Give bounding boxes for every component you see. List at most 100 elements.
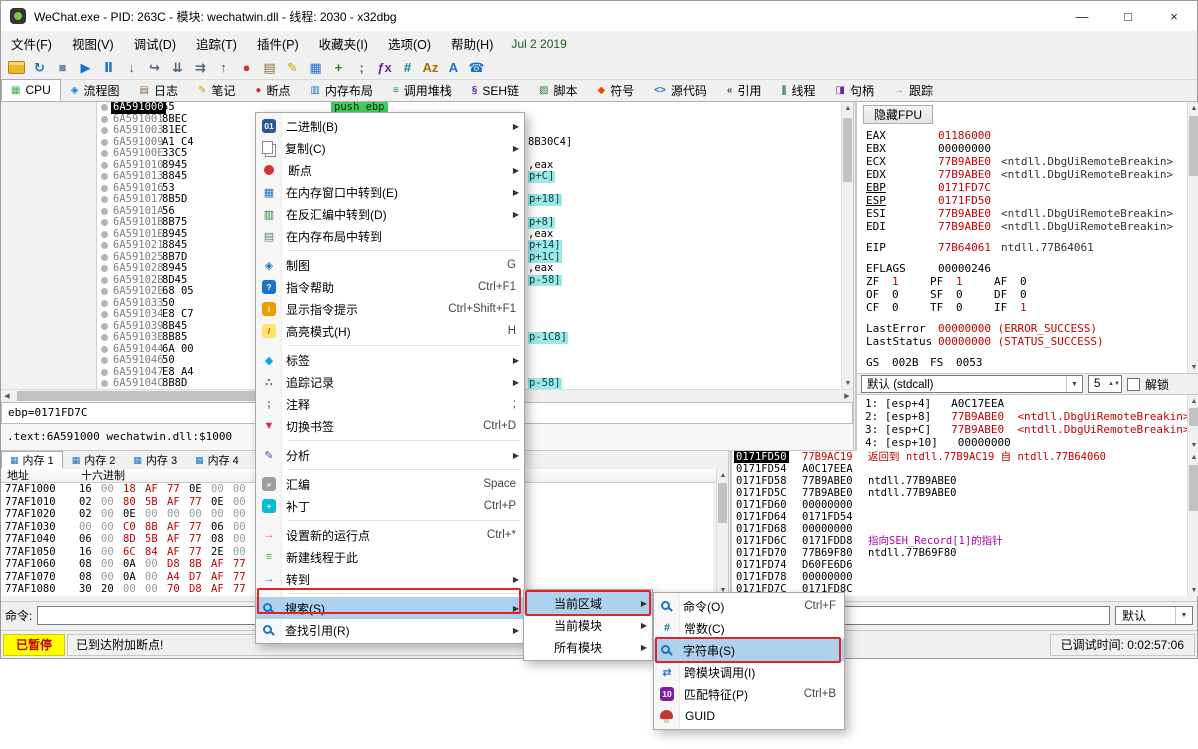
stack-row[interactable]: 0171FD7800000000 [732, 571, 1187, 583]
breakpoint-dot-icon[interactable] [101, 116, 108, 123]
stack-row[interactable]: 0171FD640171FD54 [732, 511, 1187, 523]
scrollbar-arrow-icon[interactable]: ▲ [1188, 395, 1198, 407]
stack-row[interactable]: 0171FD5077B9AC19返回到 ntdll.77B9AC19 自 ntd… [732, 451, 1187, 463]
fx-icon[interactable]: ƒx [373, 57, 396, 78]
register-row[interactable]: CF0TF0IF1 [857, 301, 1185, 314]
menubar-item[interactable]: 文件(F) [1, 30, 62, 57]
az-icon[interactable]: Az [419, 57, 442, 78]
breakpoint-dot-icon[interactable] [101, 208, 108, 215]
breakpoint-dot-icon[interactable] [101, 369, 108, 376]
menu-show-mnemonic-brief[interactable]: i显示指令提示Ctrl+Shift+F1 [256, 298, 524, 320]
comment-icon[interactable]: ; [350, 57, 373, 78]
phone-icon[interactable]: ☎ [465, 57, 488, 78]
breakpoint-dot-icon[interactable] [101, 288, 108, 295]
argument-row[interactable]: 3: [esp+C] 77B9ABE0 <ntdll.DbgUiRemoteBr… [857, 423, 1198, 436]
register-row[interactable]: OF0SF0DF0 [857, 288, 1185, 301]
breakpoint-dot-icon[interactable] [101, 323, 108, 330]
menu-analysis[interactable]: ✎分析▶ [256, 444, 524, 466]
scrollbar-arrow-icon[interactable]: ▲ [842, 102, 854, 114]
tab-log[interactable]: ▤日志 [130, 79, 188, 101]
argument-row[interactable]: 2: [esp+8] 77B9ABE0 <ntdll.DbgUiRemoteBr… [857, 410, 1198, 423]
breakpoint-icon[interactable]: ● [235, 57, 258, 78]
menubar-item[interactable]: 帮助(H) [441, 30, 503, 57]
stack-row[interactable]: 0171FD5877B9ABE0ntdll.77B9ABE0 [732, 475, 1187, 487]
submenu-current-region[interactable]: 当前区域▶ [524, 592, 652, 614]
scrollbar-thumb[interactable] [843, 118, 852, 182]
register-row[interactable]: EDX77B9ABE0<ntdll.DbgUiRemoteBreakin> [857, 168, 1185, 181]
argument-count-stepper[interactable]: 5 ▲▼ [1088, 375, 1122, 393]
step-into-icon[interactable]: ↓ [120, 57, 143, 78]
menu-highlight-mode[interactable]: /高亮模式(H)H [256, 320, 524, 342]
register-row[interactable]: ZF1PF1AF0 [857, 275, 1185, 288]
registers-scrollbar[interactable]: ▲▼ [1187, 102, 1198, 373]
calling-convention-select[interactable]: 默认 (stdcall) ▼ [861, 375, 1083, 393]
breakpoint-dot-icon[interactable] [101, 334, 108, 341]
dump-tab-memory-2[interactable]: ▦内存 2 [63, 451, 125, 469]
register-row[interactable]: ESP0171FD50 [857, 194, 1185, 207]
run-icon[interactable]: ▶ [74, 57, 97, 78]
scrollbar-thumb[interactable] [1189, 465, 1198, 511]
stack-row[interactable]: 0171FD7077B69F80ntdll.77B69F80 [732, 547, 1187, 559]
pause-icon[interactable]: Ⅱ [97, 57, 120, 78]
step-over-icon[interactable]: ↪ [143, 57, 166, 78]
dump-scrollbar[interactable]: ▲▼ [716, 469, 728, 596]
tab-source[interactable]: <>源代码 [644, 79, 717, 101]
scrollbar-thumb[interactable] [1189, 116, 1198, 176]
stack-panel[interactable]: 0171FD5077B9AC19返回到 ntdll.77B9AC19 自 ntd… [731, 451, 1187, 596]
breakpoint-dot-icon[interactable] [101, 104, 108, 111]
breakpoint-dot-icon[interactable] [101, 300, 108, 307]
hash-icon[interactable]: # [396, 57, 419, 78]
submenu-pattern[interactable]: 10匹配特征(P)Ctrl+B [654, 683, 844, 705]
menu-comment[interactable]: ;注释; [256, 393, 524, 415]
submenu-all-modules[interactable]: 所有模块▶ [524, 636, 652, 658]
string-search-icon[interactable]: A [442, 57, 465, 78]
scrollbar-arrow-icon[interactable]: ▲ [1188, 451, 1198, 463]
hide-fpu-button[interactable]: 隐藏FPU [863, 105, 933, 124]
tab-symbols[interactable]: ◆符号 [588, 79, 645, 101]
tab-handles[interactable]: ◨句柄 [826, 79, 884, 101]
tab-breakpoints[interactable]: ●断点 [245, 79, 300, 101]
register-row[interactable]: LastError00000000 (ERROR_SUCCESS) [857, 322, 1185, 335]
registers-panel[interactable]: 隐藏FPU EAX01186000EBX00000000ECX77B9ABE0<… [856, 102, 1198, 373]
tab-notes[interactable]: ✎笔记 [188, 79, 245, 101]
chevron-down-icon[interactable]: ▼ [1175, 607, 1192, 624]
command-profile-select[interactable]: 默认 ▼ [1115, 606, 1193, 625]
submenu-guid[interactable]: GUID [654, 705, 844, 727]
close-button[interactable]: × [1151, 1, 1197, 31]
arguments-scrollbar[interactable]: ▲▼ [1187, 395, 1198, 451]
tab-memory-map[interactable]: ▥内存布局 [300, 79, 382, 101]
menu-binary[interactable]: 01二进制(B)▶ [256, 115, 524, 137]
menu-follow-in-disasm[interactable]: ▥在反汇编中转到(D)▶ [256, 203, 524, 225]
scrollbar-arrow-icon[interactable]: ▼ [1188, 439, 1198, 451]
notes-icon[interactable]: ✎ [281, 57, 304, 78]
dump-tab-memory-3[interactable]: ▦内存 3 [124, 451, 186, 469]
menu-label[interactable]: ◆标签▶ [256, 349, 524, 371]
submenu-current-module[interactable]: 当前模块▶ [524, 614, 652, 636]
open-file-icon[interactable] [5, 57, 28, 78]
tab-cpu[interactable]: ▦CPU [1, 79, 61, 101]
register-row[interactable]: EBP0171FD7C [857, 181, 1185, 194]
menubar-item[interactable]: 视图(V) [62, 30, 124, 57]
menubar-item[interactable]: 收藏夹(I) [309, 30, 378, 57]
submenu-constant[interactable]: #常数(C) [654, 617, 844, 639]
menu-search[interactable]: 搜索(S)▶ [256, 597, 524, 619]
register-row[interactable]: EBX00000000 [857, 142, 1185, 155]
restart-icon[interactable]: ↻ [28, 57, 51, 78]
stack-row[interactable]: 0171FD6C0171FDD8指向SEH_Record[1]的指针 [732, 535, 1187, 547]
register-row[interactable]: EFLAGS00000246 [857, 262, 1185, 275]
breakpoint-dot-icon[interactable] [101, 265, 108, 272]
breakpoint-dot-icon[interactable] [101, 150, 108, 157]
scrollbar-arrow-icon[interactable]: ▼ [1188, 584, 1198, 596]
dump-tab-memory-1[interactable]: ▦内存 1 [1, 451, 63, 469]
register-row[interactable]: ECX77B9ABE0<ntdll.DbgUiRemoteBreakin> [857, 155, 1185, 168]
tab-references[interactable]: «引用 [717, 79, 772, 101]
argument-row[interactable]: 1: [esp+4] A0C17EEA [857, 397, 1198, 410]
chevron-down-icon[interactable]: ▼ [1066, 376, 1082, 392]
register-row[interactable]: LastStatus00000000 (STATUS_SUCCESS) [857, 335, 1185, 348]
menu-assemble[interactable]: »汇编Space [256, 473, 524, 495]
breakpoint-dot-icon[interactable] [101, 219, 108, 226]
tab-threads[interactable]: ∥线程 [772, 79, 826, 101]
breakpoint-dot-icon[interactable] [101, 173, 108, 180]
stack-row[interactable]: 0171FD6800000000 [732, 523, 1187, 535]
register-row[interactable]: EAX01186000 [857, 129, 1185, 142]
